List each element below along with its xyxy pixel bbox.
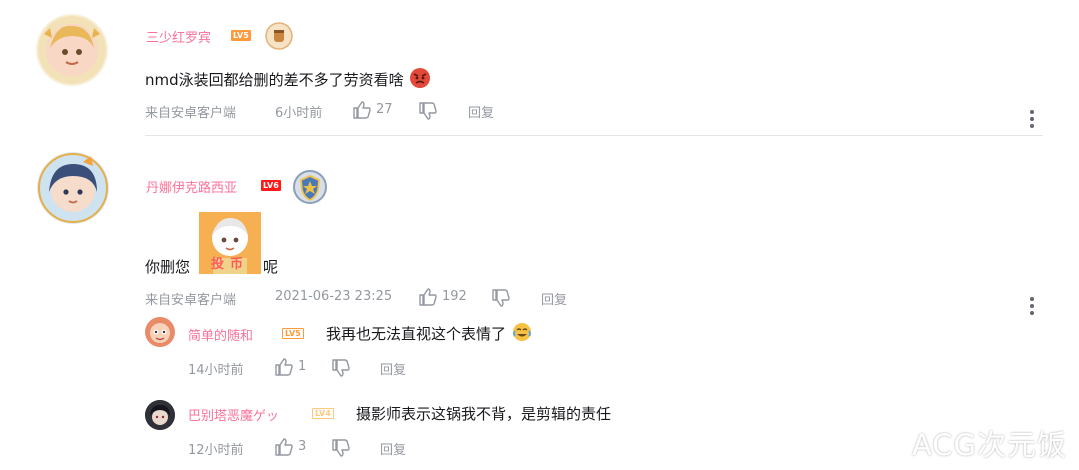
fist-medal-icon — [265, 22, 293, 54]
comment-content-tail: 呢 — [263, 258, 279, 276]
comment-time: 6小时前 — [275, 106, 323, 121]
like-count: 27 — [376, 102, 393, 117]
level-badge: LV5 — [282, 328, 304, 339]
reply-button[interactable]: 回复 — [541, 289, 567, 308]
comment-source: 来自安卓客户端 — [145, 293, 237, 308]
comment-content: nmd泳装回都给删的差不多了劳资看啥 — [145, 71, 404, 89]
like-icon[interactable] — [274, 357, 294, 381]
like-icon[interactable] — [352, 100, 372, 124]
avatar[interactable] — [37, 152, 109, 224]
reply-button[interactable]: 回复 — [468, 102, 494, 121]
more-options-icon[interactable] — [1030, 297, 1034, 318]
avatar[interactable] — [36, 14, 108, 86]
coin-sticker: 投币 — [199, 212, 261, 274]
level-badge: LV4 — [312, 408, 334, 419]
sticker-label: 投币 — [210, 257, 249, 272]
comment-text: nmd泳装回都给删的差不多了劳资看啥 — [145, 67, 431, 93]
comment-content: 你删您 — [145, 258, 191, 276]
shield-medal-icon — [291, 168, 329, 210]
level-badge: LV5 — [231, 30, 251, 41]
username[interactable]: 简单的随和 — [188, 325, 253, 344]
dislike-icon[interactable] — [418, 101, 438, 125]
reply-time: 14小时前 — [188, 363, 244, 378]
username[interactable]: 三少红罗宾 — [146, 27, 211, 46]
like-count: 3 — [298, 439, 307, 454]
like-count: 192 — [442, 289, 467, 304]
like-count: 1 — [298, 359, 307, 374]
avatar[interactable] — [145, 317, 175, 347]
reply-text: 我再也无法直视这个表情了 — [326, 322, 532, 346]
dislike-icon[interactable] — [331, 438, 351, 462]
avatar-image — [145, 400, 175, 430]
comment-time: 2021-06-23 23:25 — [275, 289, 393, 304]
username[interactable]: 丹娜伊克路西亚 — [146, 177, 237, 196]
reply-button[interactable]: 回复 — [380, 359, 406, 378]
reply-content: 我再也无法直视这个表情了 — [326, 325, 507, 343]
level-badge: LV6 — [261, 180, 281, 191]
like-icon[interactable] — [418, 287, 438, 311]
watermark: ACG次元饭 — [911, 428, 1067, 462]
like-icon[interactable] — [274, 437, 294, 461]
reply-content: 摄影师表示这锅我不背，是剪辑的责任 — [356, 405, 612, 423]
avatar[interactable] — [145, 400, 175, 430]
reply-button[interactable]: 回复 — [380, 439, 406, 458]
dislike-icon[interactable] — [331, 358, 351, 382]
avatar-image — [38, 16, 106, 84]
avatar-image — [38, 153, 108, 223]
avatar-image — [145, 317, 175, 347]
divider — [145, 135, 1043, 136]
laughing-tears-emoji-icon — [512, 322, 532, 346]
angry-emoji-icon — [409, 67, 431, 93]
comment-source: 来自安卓客户端 — [145, 106, 237, 121]
dislike-icon[interactable] — [491, 288, 511, 312]
more-options-icon[interactable] — [1030, 110, 1034, 131]
username[interactable]: 巴别塔恶魔ゲッ — [188, 405, 279, 424]
reply-time: 12小时前 — [188, 443, 244, 458]
